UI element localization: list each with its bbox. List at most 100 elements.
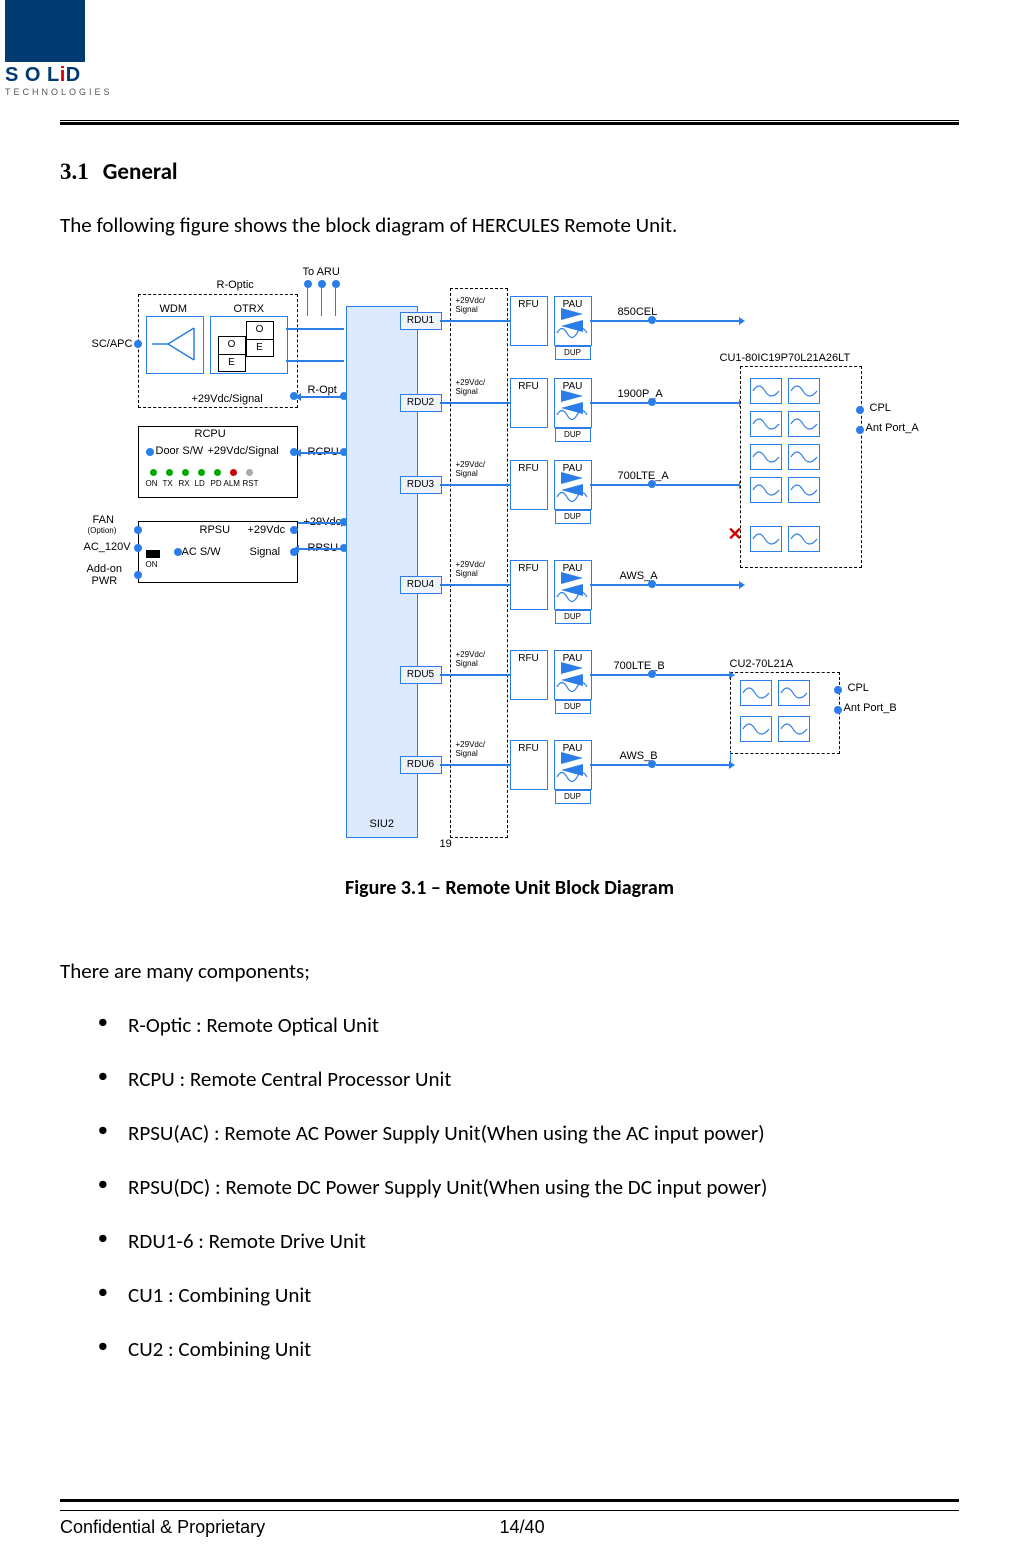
port-ant-b — [834, 706, 842, 714]
label-rcpu: RCPU — [195, 428, 226, 440]
block-dup-6: DUP — [555, 790, 591, 804]
block-rfu-3: RFU — [510, 460, 548, 510]
wire — [298, 548, 342, 550]
section-heading: 3.1General — [60, 158, 959, 186]
port-band4 — [648, 580, 656, 588]
wire — [440, 484, 510, 486]
led-label-alm: ALM — [224, 479, 240, 488]
tiny-29v-4: +29Vdc/ Signal — [456, 560, 486, 578]
filter-tile — [740, 716, 772, 742]
components-intro: There are many components; — [60, 958, 959, 984]
rfu-label: RFU — [511, 561, 547, 574]
oe-o: O — [219, 337, 245, 355]
port-acsw — [174, 548, 182, 556]
label-otrx: OTRX — [234, 303, 265, 315]
port-band3 — [648, 480, 656, 488]
list-item: CU2 : Combining Unit — [128, 1336, 959, 1362]
label-cu1: CU1-80IC19P70L21A26LT — [720, 352, 851, 364]
filter-tile — [788, 526, 820, 552]
label-cpl-b: CPL — [848, 682, 869, 694]
port-fan — [134, 526, 142, 534]
brand-main: S O L — [5, 64, 60, 86]
wire — [590, 584, 650, 586]
block-dup-3: DUP — [555, 510, 591, 524]
wdm-internal-icon — [146, 316, 202, 372]
filter-tile — [788, 378, 820, 404]
wire — [307, 288, 309, 316]
tiny-29v-6: +29Vdc/ Signal — [456, 740, 486, 758]
port-aru-3 — [332, 280, 340, 288]
tiny-29v-3: +29Vdc/ Signal — [456, 460, 486, 478]
wire — [656, 584, 740, 586]
port-band2 — [648, 398, 656, 406]
list-item: RPSU(DC) : Remote DC Power Supply Unit(W… — [128, 1174, 959, 1200]
led-rx — [182, 469, 189, 476]
wire — [656, 402, 740, 404]
label-ac120: AC_120V — [84, 541, 131, 553]
led-pd — [214, 469, 221, 476]
port-band6 — [648, 760, 656, 768]
led-label-on: ON — [146, 479, 158, 488]
oe-stack-2: O E — [218, 336, 246, 372]
label-band-5: 700LTE_B — [614, 660, 665, 672]
wire — [590, 320, 650, 322]
label-pwr: PWR — [92, 575, 118, 587]
logo-square-icon — [5, 0, 85, 62]
wire — [590, 674, 650, 676]
port-door — [146, 448, 154, 456]
wire — [440, 764, 510, 766]
block-rfu-2: RFU — [510, 378, 548, 428]
brand-subtitle: TECHNOLOGIES — [5, 87, 113, 97]
port-addon — [134, 571, 142, 579]
page-content: 3.1General The following figure shows th… — [60, 133, 959, 1362]
label-rpsu: RPSU — [200, 524, 231, 536]
led-rst — [246, 469, 253, 476]
tag-rdu1: RDU1 — [400, 312, 442, 330]
brand-name: S O LiD — [5, 64, 113, 87]
label-door-sw: Door S/W — [156, 445, 204, 457]
label-acsw: AC S/W — [182, 546, 221, 558]
label-cu2: CU2-70L21A — [730, 658, 794, 670]
label-29v-sig: +29Vdc/Signal — [208, 445, 279, 457]
wire — [590, 402, 650, 404]
led-alm — [230, 469, 237, 476]
port-29out — [290, 526, 298, 534]
oe-o: O — [247, 322, 273, 340]
port-band5 — [648, 670, 656, 678]
page-header: S O LiD TECHNOLOGIES — [60, 20, 959, 120]
rfu-label: RFU — [511, 651, 547, 664]
filter-tile — [740, 680, 772, 706]
filter-icon — [556, 406, 588, 424]
led-on — [150, 469, 157, 476]
intro-paragraph: The following figure shows the block dia… — [60, 212, 959, 238]
filter-tile — [778, 680, 810, 706]
block-dup-5: DUP — [555, 700, 591, 714]
port-ac — [134, 544, 142, 552]
label-sc-apc: SC/APC — [92, 338, 133, 350]
label-19: 19 — [440, 838, 452, 850]
label-option: (Option) — [88, 526, 117, 535]
port-scapc — [134, 340, 142, 348]
wire — [335, 288, 337, 316]
label-29v: +29Vdc — [248, 524, 286, 536]
block-rfu-6: RFU — [510, 740, 548, 790]
tiny-29v-2: +29Vdc/ Signal — [456, 378, 486, 396]
wire — [440, 402, 510, 404]
list-item: R-Optic : Remote Optical Unit — [128, 1012, 959, 1038]
label-r-optic: R-Optic — [217, 279, 254, 291]
tag-rdu6: RDU6 — [400, 756, 442, 774]
filter-tile — [750, 411, 782, 437]
label-29vdc-signal: +29Vdc/Signal — [192, 393, 263, 405]
filter-icon — [556, 588, 588, 606]
wire — [656, 484, 740, 486]
filter-tile — [788, 444, 820, 470]
page-footer: Confidential & Proprietary 14/40 — [60, 1499, 959, 1538]
section-title: General — [103, 158, 178, 186]
wire — [440, 320, 510, 322]
block-dup-1: DUP — [555, 346, 591, 360]
filter-icon — [556, 324, 588, 342]
filter-tile — [750, 526, 782, 552]
label-addon: Add-on — [87, 563, 122, 575]
wire — [656, 764, 730, 766]
wire — [300, 396, 344, 398]
